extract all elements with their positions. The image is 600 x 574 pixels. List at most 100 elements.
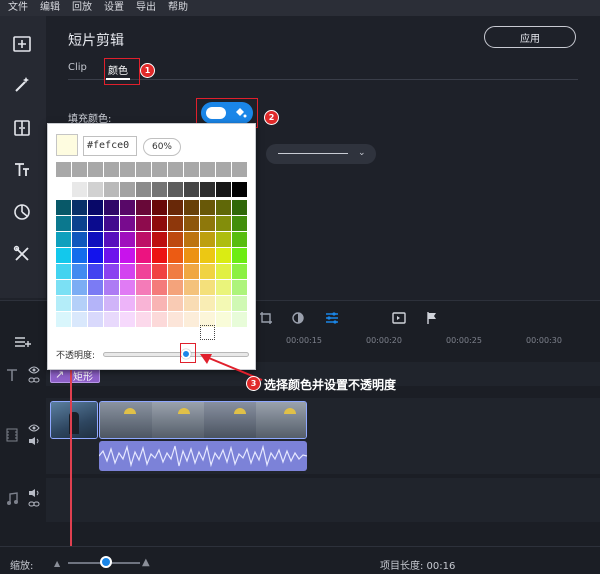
color-swatch[interactable] (72, 264, 87, 279)
color-swatch[interactable] (232, 248, 247, 263)
color-swatch[interactable] (232, 264, 247, 279)
color-swatch[interactable] (136, 200, 151, 215)
color-swatch[interactable] (104, 264, 119, 279)
color-swatch[interactable] (56, 296, 71, 311)
color-swatch[interactable] (120, 312, 135, 327)
color-swatch[interactable] (120, 182, 135, 197)
color-swatch[interactable] (104, 200, 119, 215)
audio-clip[interactable] (99, 441, 307, 471)
color-swatch[interactable] (88, 162, 103, 177)
link-icon[interactable] (28, 500, 40, 508)
color-swatch[interactable] (88, 264, 103, 279)
color-swatch[interactable] (56, 200, 71, 215)
color-swatch[interactable] (168, 312, 183, 327)
menu-settings[interactable]: 设置 (104, 0, 124, 16)
clip-properties-button[interactable] (324, 310, 340, 326)
color-swatch[interactable] (152, 232, 167, 247)
color-swatch[interactable] (88, 182, 103, 197)
marker-button[interactable] (424, 310, 440, 326)
color-swatch[interactable] (184, 200, 199, 215)
color-swatch[interactable] (88, 280, 103, 295)
color-swatch[interactable] (120, 248, 135, 263)
hex-color-input[interactable]: #fefce0 (83, 136, 137, 156)
color-swatch[interactable] (152, 182, 167, 197)
color-swatch[interactable] (152, 296, 167, 311)
color-swatch[interactable] (232, 280, 247, 295)
color-swatch[interactable] (168, 200, 183, 215)
color-swatch[interactable] (200, 162, 215, 177)
color-swatch[interactable] (88, 248, 103, 263)
crop-button[interactable] (258, 310, 274, 326)
color-swatch[interactable] (104, 162, 119, 177)
color-swatch[interactable] (120, 280, 135, 295)
playhead[interactable] (70, 361, 72, 546)
color-swatch[interactable] (136, 162, 151, 177)
color-swatch[interactable] (120, 162, 135, 177)
eye-icon[interactable] (28, 424, 40, 432)
opacity-percent-field[interactable]: 60% (143, 138, 181, 156)
menu-playback[interactable]: 回放 (72, 0, 92, 16)
color-swatch[interactable] (72, 296, 87, 311)
color-swatch[interactable] (184, 232, 199, 247)
color-swatch[interactable] (152, 264, 167, 279)
add-track-button[interactable] (14, 334, 32, 348)
menu-help[interactable]: 帮助 (168, 0, 188, 16)
color-swatch[interactable] (120, 216, 135, 231)
color-swatch[interactable] (184, 248, 199, 263)
menu-edit[interactable]: 编辑 (40, 0, 60, 16)
menu-file[interactable]: 文件 (8, 0, 28, 16)
color-swatch[interactable] (200, 280, 215, 295)
color-swatch[interactable] (168, 232, 183, 247)
link-icon[interactable] (28, 376, 40, 384)
color-swatch[interactable] (216, 248, 231, 263)
color-swatch[interactable] (184, 296, 199, 311)
color-swatch[interactable] (56, 312, 71, 327)
color-swatch[interactable] (104, 312, 119, 327)
color-swatch[interactable] (200, 296, 215, 311)
color-swatch[interactable] (72, 312, 87, 327)
color-swatch[interactable] (152, 216, 167, 231)
color-swatch[interactable] (136, 248, 151, 263)
color-swatch[interactable] (184, 182, 199, 197)
color-swatch[interactable] (216, 312, 231, 327)
tab-clip[interactable]: Clip (68, 62, 87, 73)
speaker-icon[interactable] (28, 488, 40, 498)
color-swatch[interactable] (184, 216, 199, 231)
color-swatch[interactable] (120, 200, 135, 215)
color-swatch[interactable] (136, 296, 151, 311)
color-swatch[interactable] (104, 232, 119, 247)
color-swatch[interactable] (56, 232, 71, 247)
color-swatch[interactable] (56, 264, 71, 279)
color-swatch[interactable] (104, 296, 119, 311)
zoom-out-icon[interactable]: ▲ (54, 559, 60, 568)
color-swatch[interactable] (152, 162, 167, 177)
color-swatch[interactable] (184, 264, 199, 279)
color-swatch[interactable] (152, 200, 167, 215)
color-swatch[interactable] (232, 296, 247, 311)
color-swatch[interactable] (72, 280, 87, 295)
color-swatch[interactable] (104, 280, 119, 295)
video-clip[interactable] (99, 401, 307, 439)
color-swatch[interactable] (72, 200, 87, 215)
color-swatch[interactable] (88, 200, 103, 215)
color-swatch[interactable] (216, 216, 231, 231)
color-swatch[interactable] (72, 232, 87, 247)
color-swatch[interactable] (168, 280, 183, 295)
speaker-icon[interactable] (28, 436, 40, 446)
filters-button[interactable] (6, 68, 38, 100)
color-swatch[interactable] (168, 264, 183, 279)
color-swatch[interactable] (56, 280, 71, 295)
color-swatch[interactable] (216, 200, 231, 215)
color-swatch[interactable] (152, 312, 167, 327)
color-swatch[interactable] (152, 248, 167, 263)
color-swatch[interactable] (88, 312, 103, 327)
color-swatch[interactable] (200, 200, 215, 215)
color-swatch[interactable] (120, 232, 135, 247)
color-swatch[interactable] (200, 264, 215, 279)
color-swatch[interactable] (200, 232, 215, 247)
color-adjust-button[interactable] (290, 310, 306, 326)
color-swatch[interactable] (136, 312, 151, 327)
outline-style-dropdown[interactable]: ⌄ (266, 144, 376, 164)
color-swatch[interactable] (56, 182, 71, 197)
color-swatch[interactable] (88, 216, 103, 231)
